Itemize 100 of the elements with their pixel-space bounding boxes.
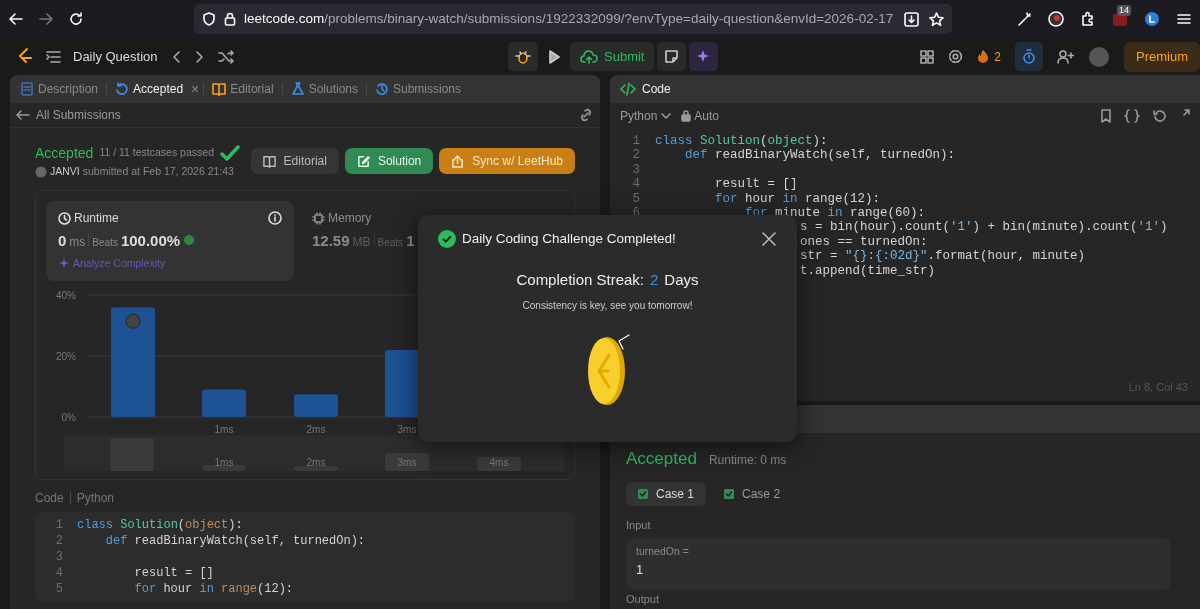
tab-icon xyxy=(115,82,130,96)
submit-button[interactable]: Submit xyxy=(570,42,655,71)
panel-tab[interactable]: Accepted xyxy=(111,80,188,98)
extension-icon[interactable] xyxy=(1112,11,1128,27)
lock-icon xyxy=(224,12,236,26)
lock-icon xyxy=(681,109,692,122)
fire-icon xyxy=(977,49,990,64)
cloud-upload-icon xyxy=(580,49,598,64)
bug-icon xyxy=(515,48,531,65)
param-value: 1 xyxy=(636,562,644,578)
undo-icon[interactable] xyxy=(1152,108,1166,123)
param-name: turnedOn = xyxy=(636,545,689,558)
axis-label: 2ms xyxy=(306,457,326,468)
axis-label: 4ms xyxy=(489,457,509,468)
code-line: t.append(time_str) xyxy=(800,263,936,279)
action-button[interactable]: Editorial xyxy=(250,148,339,174)
action-icon xyxy=(356,154,370,168)
mode-label: Auto xyxy=(694,107,720,125)
premium-button[interactable]: Premium xyxy=(1124,41,1200,72)
bookmark-icon[interactable] xyxy=(1100,108,1112,123)
panel-tab[interactable]: Submissions xyxy=(371,80,466,98)
puzzle-icon[interactable] xyxy=(1080,11,1096,27)
address-bar[interactable]: leetcode.com/problems/binary-watch/submissions/1922332099/?envType=daily-question&envId=2026-02-17 xyxy=(194,4,952,34)
dialog-title: Daily Coding Challenge Completed! xyxy=(462,230,676,248)
close-tab-button[interactable]: × xyxy=(191,78,200,100)
tab-icon xyxy=(290,82,305,96)
axis-label: 3ms xyxy=(397,424,417,435)
axis-label: 3ms xyxy=(397,457,417,468)
streak-count: 2 xyxy=(994,48,1001,66)
case-tab[interactable]: Case 2 xyxy=(712,482,793,506)
grid-icon[interactable] xyxy=(920,49,935,64)
code-line: ones == turnedOn: xyxy=(800,234,928,250)
timer-button[interactable] xyxy=(1015,42,1043,71)
back-link[interactable]: All Submissions xyxy=(36,106,121,124)
stat-unit: ms xyxy=(69,234,86,251)
status-text: Accepted xyxy=(626,448,697,470)
line-number: 2 xyxy=(54,533,63,549)
code-line: str = "{}:{:02d}".format(hour, minute) xyxy=(800,249,1086,264)
caret-icon xyxy=(661,111,672,120)
chip-icon xyxy=(312,211,325,225)
line-number: 1 xyxy=(631,134,640,149)
note-button[interactable] xyxy=(657,42,687,71)
reload-icon[interactable] xyxy=(68,11,84,27)
tab-icon xyxy=(20,82,34,96)
wrench-icon[interactable] xyxy=(1017,11,1032,27)
panel-tab[interactable]: Solutions xyxy=(286,80,362,98)
line-number: 1 xyxy=(54,517,63,533)
download-icon[interactable] xyxy=(904,11,919,27)
avatar-icon xyxy=(35,165,47,178)
close-icon[interactable] xyxy=(761,231,777,248)
axis-label: 20% xyxy=(56,351,76,362)
line-number: 4 xyxy=(631,177,640,192)
axis-label: 40% xyxy=(56,290,76,301)
line-number: 3 xyxy=(54,549,63,565)
note-icon xyxy=(664,49,680,64)
settings-icon[interactable] xyxy=(948,49,964,64)
dialog-message: Consistency is key, see you tomorrow! xyxy=(522,298,693,313)
ai-button[interactable] xyxy=(689,42,719,71)
add-user-icon[interactable] xyxy=(1057,49,1074,64)
language-select[interactable]: Python xyxy=(620,106,672,125)
list-icon[interactable] xyxy=(46,49,61,64)
star-icon[interactable] xyxy=(929,11,944,27)
extension-icon[interactable] xyxy=(1048,11,1064,27)
nav-title[interactable]: Daily Question xyxy=(73,46,158,67)
play-icon xyxy=(548,49,560,64)
testcases-text: 11 / 11 testcases passed xyxy=(99,145,214,161)
axis-label: 2ms xyxy=(306,424,326,435)
runtime-text: Runtime: 0 ms xyxy=(708,452,787,469)
panel-tab[interactable]: Description xyxy=(16,80,103,98)
forward-icon[interactable] xyxy=(38,11,54,27)
axis-label: 1ms xyxy=(214,457,234,468)
code-label: Code xyxy=(35,490,64,506)
user-name[interactable]: JANVI xyxy=(50,163,80,180)
line-number: 3 xyxy=(631,162,640,178)
status-text: Accepted xyxy=(35,143,94,163)
extension-icon[interactable] xyxy=(1144,11,1160,27)
menu-icon[interactable] xyxy=(1176,11,1192,27)
action-icon xyxy=(451,154,465,168)
leaf-icon xyxy=(183,234,196,246)
axis-label: 1ms xyxy=(214,424,234,435)
beats-value: 100.00% xyxy=(120,231,181,251)
code-line: class Solution(object): xyxy=(655,134,828,149)
shuffle-icon[interactable] xyxy=(217,49,234,64)
info-icon[interactable] xyxy=(268,211,282,225)
action-button[interactable]: Solution xyxy=(344,148,434,174)
shield-icon xyxy=(202,12,216,26)
code-line: result = [] xyxy=(714,177,798,192)
stat-card[interactable]: Runtime 0 ms Beats 100.00% Analyze Complexity xyxy=(46,201,294,281)
streak-label: Completion Streak: xyxy=(516,270,644,291)
panel-tab[interactable]: Editorial xyxy=(208,80,278,98)
next-icon[interactable] xyxy=(193,49,206,64)
link-icon[interactable] xyxy=(578,108,594,122)
code-language: Python xyxy=(76,490,115,506)
debug-button[interactable] xyxy=(508,42,538,71)
back-arrow-icon[interactable] xyxy=(16,109,30,121)
back-icon[interactable] xyxy=(8,11,24,27)
braces-icon[interactable] xyxy=(1124,108,1140,123)
url-text: leetcode.com/problems/binary-watch/submissions/1922332099/?envType=daily-question&envId=2026-02-17 xyxy=(244,9,894,28)
case-tab[interactable]: Case 1 xyxy=(626,482,707,506)
output-label: Output xyxy=(626,593,660,606)
